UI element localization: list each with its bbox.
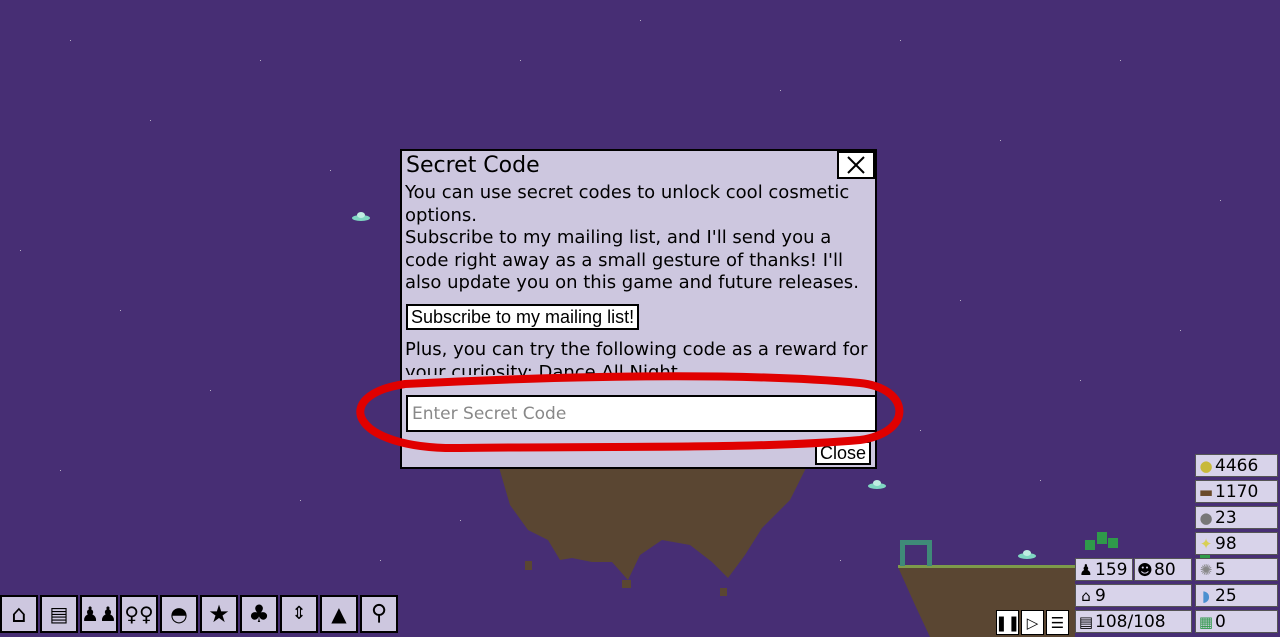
play-speed-icon: ▷	[1026, 613, 1039, 632]
stat-citizens: ♟ 159	[1075, 558, 1133, 581]
ufo-right	[868, 480, 886, 489]
people-icon: ♟♟	[81, 602, 117, 626]
ufo-tool-button[interactable]: ◓	[160, 595, 198, 633]
stat-wood: ▬ 1170	[1195, 480, 1278, 503]
stat-gold: ● 4466	[1195, 454, 1278, 477]
search-tool-button[interactable]: ⚲	[360, 595, 398, 633]
decorations-tool-button[interactable]: ♀♀	[120, 595, 158, 633]
ufo-ground	[1018, 550, 1036, 559]
stat-value: 80	[1154, 559, 1176, 580]
lightbulb-icon: ✦	[1199, 534, 1213, 553]
dialog-body: You can use secret codes to unlock cool …	[405, 182, 873, 295]
stat-value: 9	[1095, 585, 1106, 606]
dialog-intro-text: You can use secret codes to unlock cool …	[405, 182, 859, 293]
person-icon: ♟	[1079, 560, 1093, 579]
wood-icon: ▬	[1198, 482, 1214, 501]
stone-icon: ●	[1199, 508, 1213, 527]
stat-value: 98	[1215, 533, 1237, 554]
nature-tool-button[interactable]: ♣	[240, 595, 278, 633]
chip-icon: ▦	[1198, 612, 1214, 631]
stat-value: 108/108	[1095, 611, 1166, 632]
secret-code-input[interactable]	[406, 395, 877, 432]
close-x-button[interactable]	[837, 151, 875, 179]
menu-button[interactable]: ☰	[1046, 610, 1069, 635]
briefcase-icon: ▤	[49, 602, 69, 626]
smiley-icon: ☻	[1137, 560, 1153, 579]
pause-button[interactable]: ❚❚	[994, 610, 1021, 635]
transport-tool-button[interactable]: ⇕	[280, 595, 318, 633]
terrain-icon: ▲	[331, 602, 347, 626]
magnifier-icon: ⚲	[370, 601, 388, 626]
subscribe-button[interactable]: Subscribe to my mailing list!	[406, 304, 640, 330]
jobs-tool-button[interactable]: ▤	[40, 595, 78, 633]
menu-icon: ☰	[1050, 613, 1065, 632]
island-rock	[622, 580, 631, 588]
stat-value: 0	[1215, 611, 1226, 632]
star-tool-button[interactable]: ★	[200, 595, 238, 633]
floating-island-main	[498, 464, 808, 580]
stat-value: 23	[1215, 507, 1237, 528]
build-toolbar: ⌂ ▤ ♟♟ ♀♀ ◓ ★ ♣ ⇕ ▲ ⚲	[0, 595, 398, 633]
stat-knowledge: ✦ 98	[1195, 532, 1278, 555]
stat-special: ✺ 5	[1195, 558, 1278, 581]
stat-value: 1170	[1215, 481, 1259, 502]
sparkle-icon: ✺	[1199, 560, 1213, 579]
secret-code-dialog: Secret Code You can use secret codes to …	[400, 149, 877, 469]
stat-value: 5	[1215, 559, 1226, 580]
speed-button[interactable]: ▷	[1021, 610, 1044, 635]
trees	[1085, 532, 1210, 558]
close-icon	[847, 156, 865, 174]
stat-happiness: ☻ 80	[1134, 558, 1192, 581]
stat-tech: ▦ 0	[1195, 610, 1278, 633]
stat-water: ◗ 25	[1195, 584, 1278, 607]
star-icon: ★	[208, 600, 230, 628]
transport-icon: ⇕	[291, 603, 307, 624]
pear-icon: ●	[1199, 456, 1213, 475]
dialog-title: Secret Code	[406, 153, 540, 178]
pause-icon: ❚❚	[994, 613, 1021, 632]
house-icon: ⌂	[1081, 586, 1091, 605]
stat-stone: ● 23	[1195, 506, 1278, 529]
close-button[interactable]: Close	[815, 441, 872, 465]
ufo-icon: ◓	[170, 602, 188, 626]
tree-icon: ♣	[248, 600, 270, 628]
stat-value: 25	[1215, 585, 1237, 606]
portal-structure	[900, 540, 932, 566]
ufo-left	[352, 212, 370, 221]
stat-housing: ⌂ 9	[1075, 584, 1192, 607]
terrain-tool-button[interactable]: ▲	[320, 595, 358, 633]
island-rock	[525, 561, 532, 570]
briefcase-icon: ▤	[1078, 612, 1094, 631]
dialog-hint-text: Plus, you can try the following code as …	[405, 339, 868, 375]
stat-value: 4466	[1215, 455, 1259, 476]
housing-tool-button[interactable]: ⌂	[0, 595, 38, 633]
water-icon: ◗	[1202, 586, 1210, 605]
balloons-icon: ♀♀	[124, 602, 154, 626]
island-grass	[898, 565, 1075, 568]
stat-value: 159	[1095, 559, 1128, 580]
house-icon: ⌂	[11, 600, 27, 628]
island-rock	[720, 588, 727, 596]
stat-jobs: ▤ 108/108	[1075, 610, 1192, 633]
people-tool-button[interactable]: ♟♟	[80, 595, 118, 633]
